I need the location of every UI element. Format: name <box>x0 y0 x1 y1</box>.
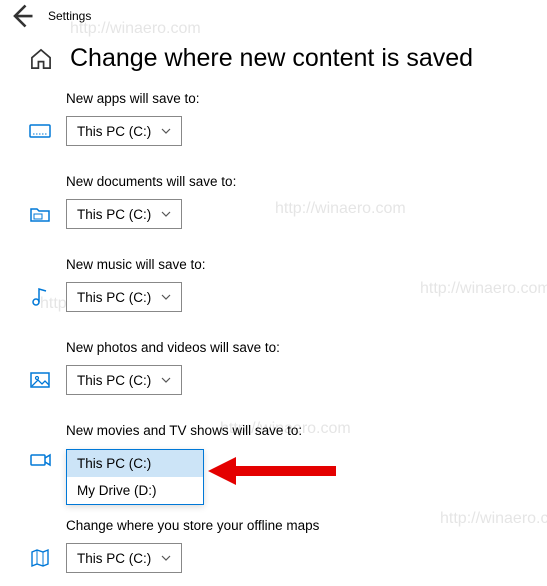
maps-label: Change where you store your offline maps <box>66 518 519 533</box>
maps-icon <box>28 546 52 570</box>
movies-label: New movies and TV shows will save to: <box>66 423 519 438</box>
documents-dropdown-value: This PC (C:) <box>77 207 151 222</box>
photos-dropdown-value: This PC (C:) <box>77 373 151 388</box>
movies-option-selected[interactable]: This PC (C:) <box>67 450 203 477</box>
documents-dropdown[interactable]: This PC (C:) <box>66 199 182 229</box>
red-arrow-annotation <box>208 453 338 489</box>
home-button[interactable] <box>28 46 54 72</box>
chevron-down-icon <box>161 294 171 300</box>
music-label: New music will save to: <box>66 257 519 272</box>
apps-label: New apps will save to: <box>66 91 519 106</box>
photos-dropdown[interactable]: This PC (C:) <box>66 365 182 395</box>
movies-option[interactable]: My Drive (D:) <box>67 477 203 504</box>
chevron-down-icon <box>161 377 171 383</box>
music-dropdown[interactable]: This PC (C:) <box>66 282 182 312</box>
chevron-down-icon <box>161 128 171 134</box>
chevron-down-icon <box>161 211 171 217</box>
home-icon <box>28 46 54 72</box>
documents-label: New documents will save to: <box>66 174 519 189</box>
window-title: Settings <box>48 9 91 23</box>
maps-dropdown-value: This PC (C:) <box>77 551 151 566</box>
photos-label: New photos and videos will save to: <box>66 340 519 355</box>
apps-dropdown[interactable]: This PC (C:) <box>66 116 182 146</box>
documents-icon <box>28 202 52 226</box>
music-dropdown-value: This PC (C:) <box>77 290 151 305</box>
maps-dropdown[interactable]: This PC (C:) <box>66 543 182 573</box>
page-title: Change where new content is saved <box>70 44 473 73</box>
back-arrow-icon <box>8 2 36 30</box>
movies-icon <box>28 448 52 472</box>
apps-icon <box>28 119 52 143</box>
back-button[interactable] <box>8 2 36 30</box>
apps-dropdown-value: This PC (C:) <box>77 124 151 139</box>
titlebar: Settings <box>0 0 547 32</box>
music-icon <box>28 285 52 309</box>
photos-icon <box>28 368 52 392</box>
movies-dropdown-open[interactable]: This PC (C:) My Drive (D:) <box>66 449 204 505</box>
chevron-down-icon <box>161 555 171 561</box>
